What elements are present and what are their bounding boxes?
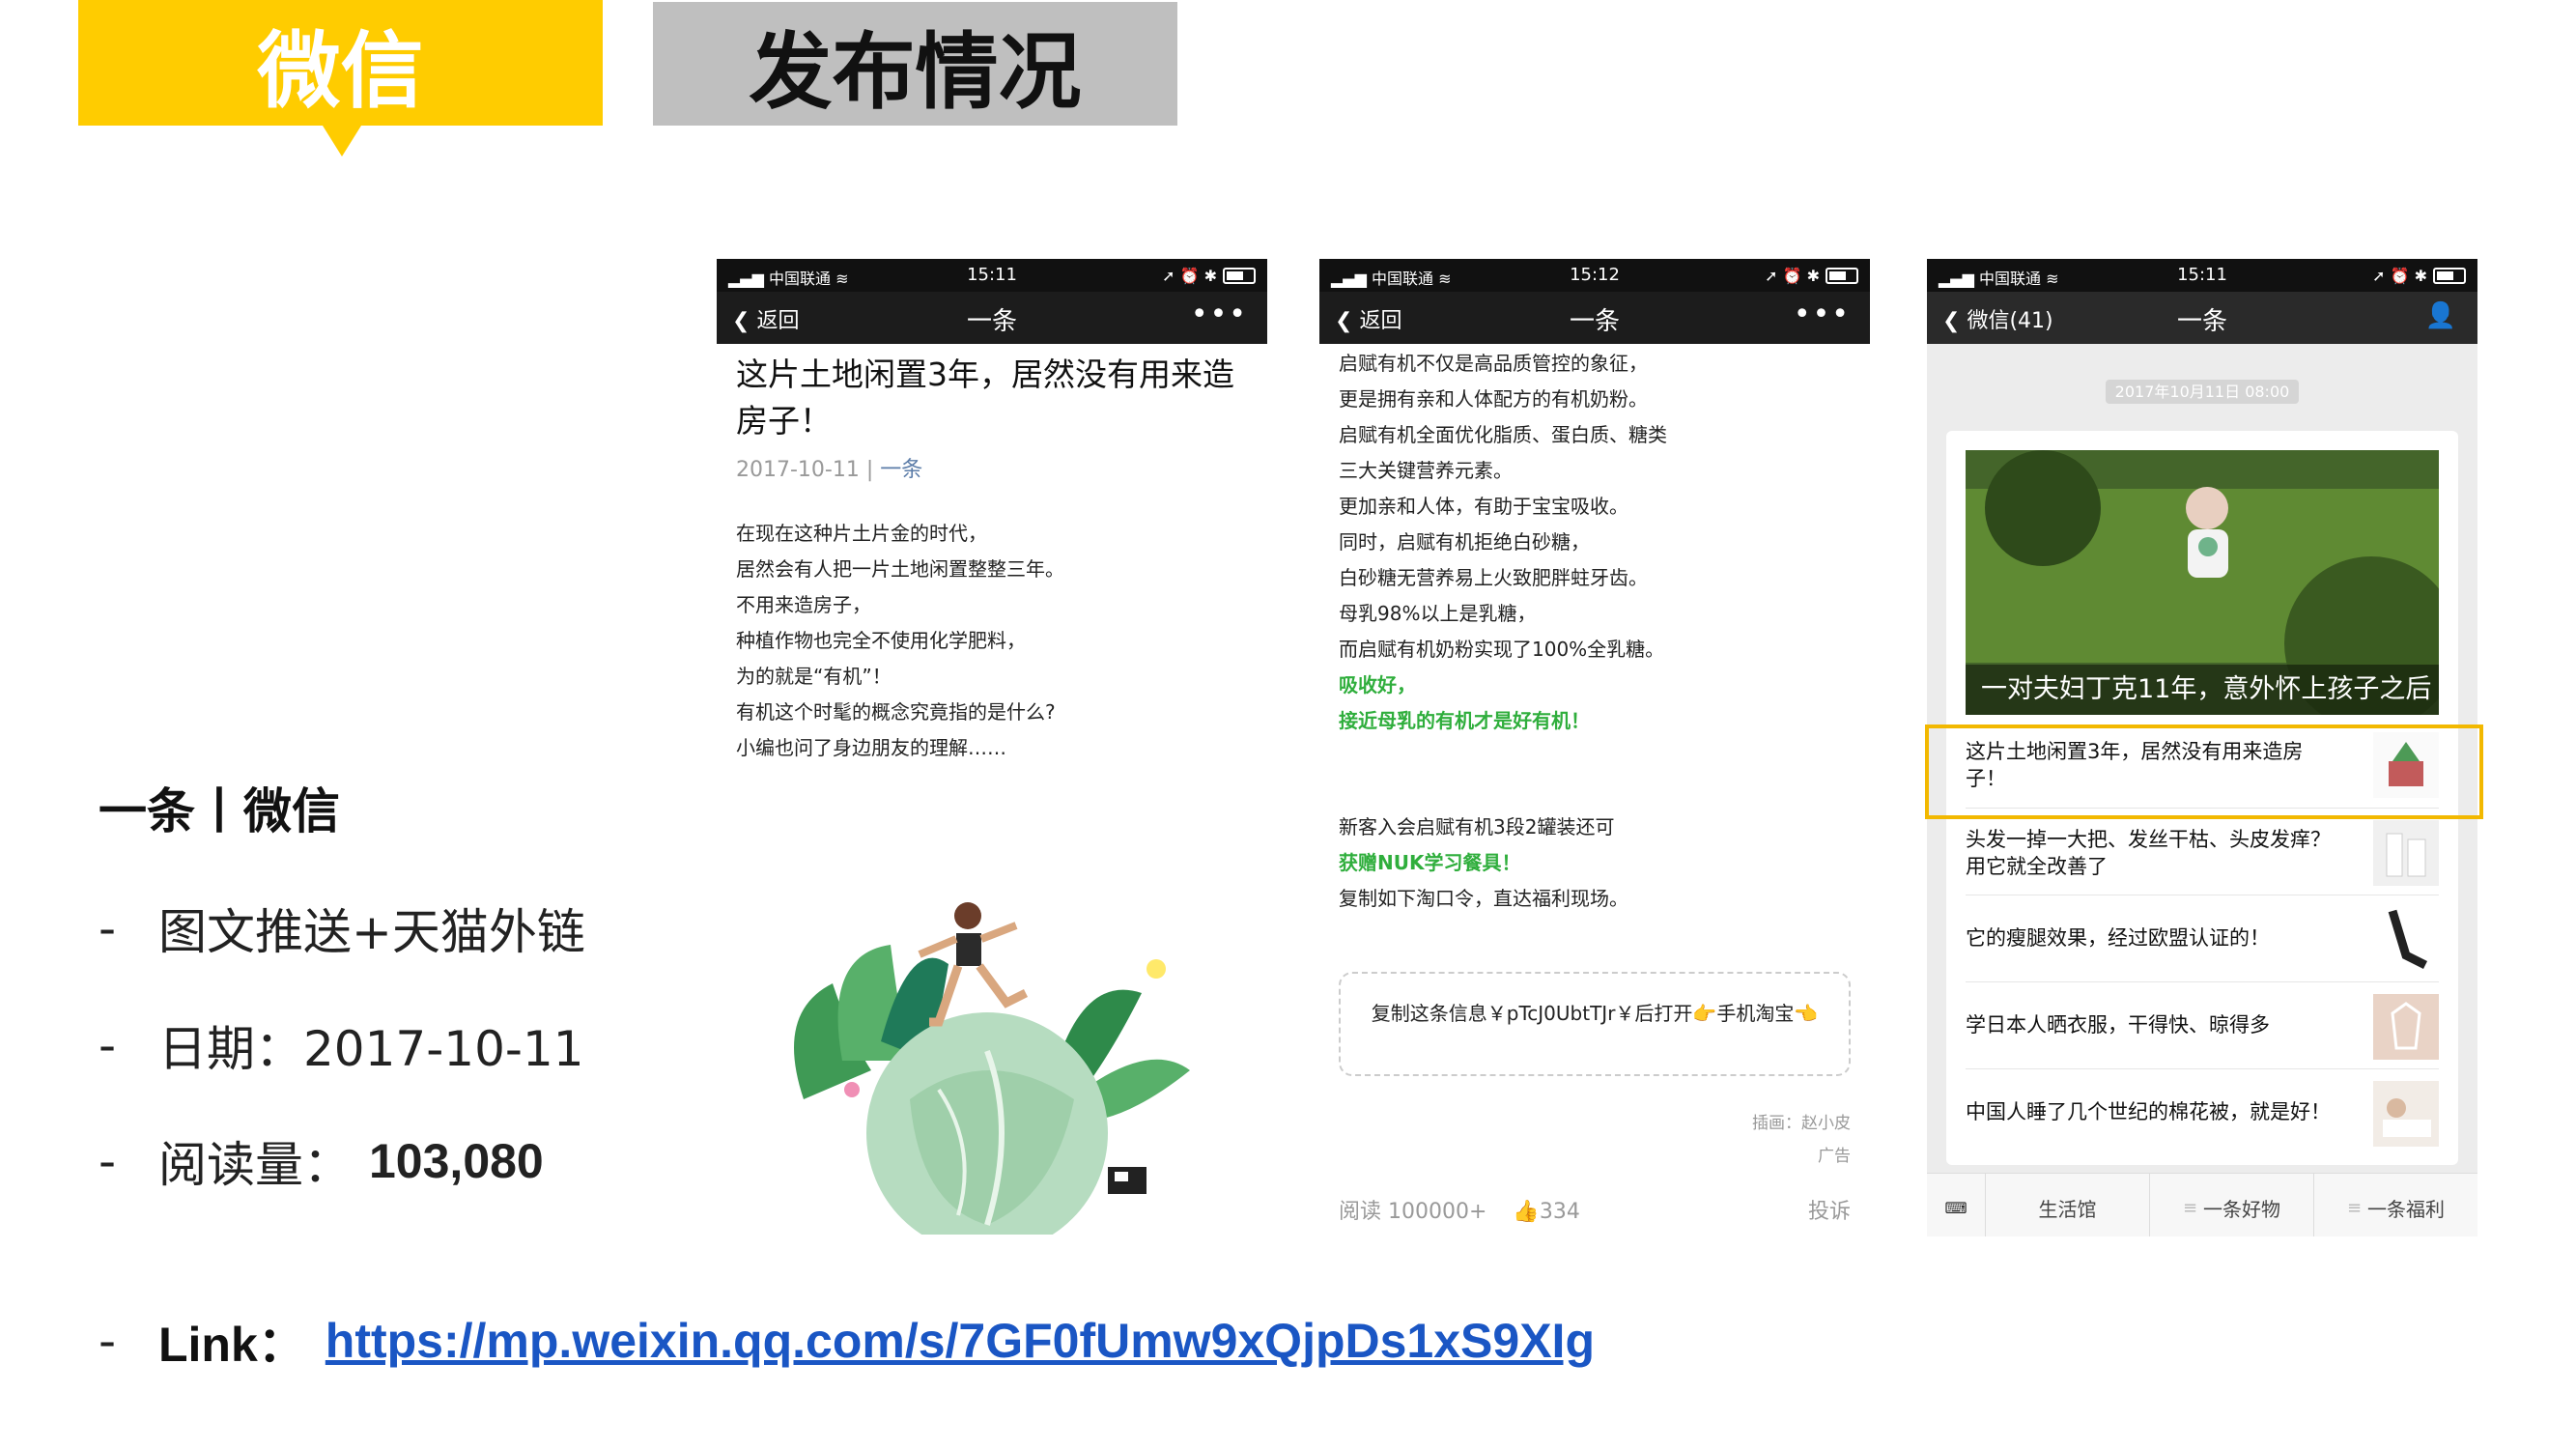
body-line: 在现在这种片土片金的时代， <box>736 522 987 545</box>
phone-article-intro: ▂▄▆ 中国联通 ≋ 15:11 ➚ ⏰ ✱ ❮ 返回 一条 ••• 这片土地闲… <box>717 259 1267 1236</box>
phone-article-body: ▂▄▆ 中国联通 ≋ 15:12 ➚ ⏰ ✱ ❮ 返回 一条 ••• 启赋有机不… <box>1319 259 1870 1236</box>
body-line: 居然会有人把一片土地闲置整整三年。 <box>736 557 1064 581</box>
nav-title: 一条 <box>966 307 1017 336</box>
bullet-dash: - <box>99 1313 117 1369</box>
list-item-title: 中国人睡了几个世纪的棉花被，就是好！ <box>1966 1100 2331 1123</box>
info-item-label: 日期：2017-10-11 <box>158 1021 584 1077</box>
profile-icon[interactable]: 👤 <box>2425 301 2458 330</box>
promo-line: 新客入会启赋有机3段2罐装还可 <box>1339 815 1615 838</box>
clothes-hanger-thumbnail <box>2373 994 2439 1060</box>
nav-bar: ❮ 微信(41) 一条 👤 <box>1927 292 2477 344</box>
menu-icon: ≡ <box>2346 1197 2363 1218</box>
body-line: 三大关键营养元素。 <box>1339 459 1513 482</box>
promo-line: 复制如下淘口令，直达福利现场。 <box>1339 887 1628 910</box>
body-line: 更加亲和人体，有助于宝宝吸收。 <box>1339 495 1628 518</box>
bullet-dash: - <box>99 1017 117 1073</box>
nav-title: 一条 <box>1569 307 1620 336</box>
keyboard-icon[interactable]: ⌨ <box>1927 1174 1986 1236</box>
info-item-reads: - 阅读量： 103,080 <box>99 1126 544 1196</box>
article-source-link[interactable]: 一条 <box>880 458 922 482</box>
battery-icon: ➚ ⏰ ✱ <box>1162 267 1256 285</box>
hero-image[interactable]: 一对夫妇丁克11年，意外怀上孩子之后 <box>1966 450 2439 715</box>
info-title: 一条丨微信 <box>99 783 340 839</box>
list-item[interactable]: 学日本人晒衣服，干得快、晾得多 <box>1966 981 2439 1069</box>
menu-tab-life[interactable]: 生活馆 <box>1986 1174 2150 1236</box>
bullet-dash: - <box>99 900 117 956</box>
tag-wechat: 微信 <box>78 0 603 126</box>
body-line: 种植作物也完全不使用化学肥料， <box>736 629 1026 652</box>
article-footer: 阅读 100000+ 👍334 投诉 <box>1339 1194 1851 1225</box>
nav-bar: ❮ 返回 一条 ••• <box>1319 292 1870 344</box>
hero-caption: 一对夫妇丁克11年，意外怀上孩子之后 <box>1966 665 2439 715</box>
body-line: 白砂糖无营养易上火致肥胖蛀牙齿。 <box>1339 566 1648 589</box>
list-item[interactable]: 中国人睡了几个世纪的棉花被，就是好！ <box>1966 1068 2439 1156</box>
tag-pointer <box>323 126 361 156</box>
body-line: 启赋有机全面优化脂质、蛋白质、糖类 <box>1339 423 1667 446</box>
shampoo-thumbnail <box>2373 820 2439 886</box>
body-line: 更是拥有亲和人体配方的有机奶粉。 <box>1339 387 1648 411</box>
nav-title: 一条 <box>2176 307 2227 336</box>
highlight-box <box>1925 724 2483 819</box>
report-link[interactable]: 投诉 <box>1808 1194 1851 1225</box>
article-body: 启赋有机不仅是高品质管控的象征， 更是拥有亲和人体配方的有机奶粉。 启赋有机全面… <box>1339 346 1860 739</box>
article-body: 在现在这种片土片金的时代， 居然会有人把一片土地闲置整整三年。 不用来造房子， … <box>736 516 1258 766</box>
body-line: 而启赋有机奶粉实现了100%全乳糖。 <box>1339 638 1665 661</box>
battery-icon: ➚ ⏰ ✱ <box>1765 267 1858 285</box>
bullet-dash: - <box>99 1133 117 1189</box>
article-date: 2017-10-11 | 一条 <box>736 458 923 482</box>
highlight-line: 接近母乳的有机才是好有机！ <box>1339 709 1590 732</box>
like-button[interactable]: 👍334 <box>1513 1200 1579 1224</box>
more-icon[interactable]: ••• <box>1794 298 1851 331</box>
article-link[interactable]: https://mp.weixin.qq.com/s/7GF0fUmw9xQjp… <box>326 1313 1595 1369</box>
stockings-thumbnail <box>2373 907 2439 973</box>
quilt-thumbnail <box>2373 1081 2439 1147</box>
body-line: 小编也问了身边朋友的理解…… <box>736 736 1006 759</box>
date-pill: 2017年10月11日 08:00 <box>1927 379 2477 404</box>
nav-bar: ❮ 返回 一条 ••• <box>717 292 1267 344</box>
info-item-content: - 图文推送+天猫外链 <box>99 894 585 963</box>
tag-publish-status: 发布情况 <box>653 2 1177 126</box>
body-line: 启赋有机不仅是高品质管控的象征， <box>1339 352 1648 375</box>
menu-tab-welfare[interactable]: ≡ 一条福利 <box>2314 1174 2477 1236</box>
highlight-line: 吸收好， <box>1339 673 1416 696</box>
illustrator-credit: 插画：赵小皮 <box>1752 1114 1851 1133</box>
info-item-label: 阅读量： <box>158 1137 352 1193</box>
body-line: 为的就是“有机”！ <box>736 665 892 688</box>
promo-block: 新客入会启赋有机3段2罐装还可 获赠NUK学习餐具！ 复制如下淘口令，直达福利现… <box>1339 810 1860 917</box>
runner-cabbage-illustration <box>794 902 1190 1235</box>
promo-highlight: 获赠NUK学习餐具！ <box>1339 851 1521 874</box>
menu-icon: ≡ <box>2182 1197 2198 1218</box>
bottom-menu-bar: ⌨ 生活馆 ≡ 一条好物 ≡ 一条福利 <box>1927 1173 2477 1236</box>
article-title: 这片土地闲置3年，居然没有用来造房子！ <box>736 355 1234 440</box>
list-item-title: 学日本人晒衣服，干得快、晾得多 <box>1966 1013 2270 1037</box>
taobao-code-box[interactable]: 复制这条信息￥pTcJ0UbtTJr￥后打开👉手机淘宝👈 <box>1339 972 1851 1076</box>
list-item-title: 头发一掉一大把、发丝干枯、头皮发痒？用它就全改善了 <box>1966 828 2331 878</box>
link-label: Link： <box>158 1318 306 1372</box>
link-row: - Link： https://mp.weixin.qq.com/s/7GF0f… <box>99 1306 1595 1376</box>
read-count-label: 阅读 100000+ <box>1339 1200 1487 1224</box>
list-item[interactable]: 头发一掉一大把、发丝干枯、头皮发痒？用它就全改善了 <box>1966 808 2439 895</box>
read-count: 103,080 <box>369 1134 544 1188</box>
body-line: 有机这个时髦的概念究竟指的是什么? <box>736 700 1056 724</box>
more-icon[interactable]: ••• <box>1191 298 1248 331</box>
battery-icon: ➚ ⏰ ✱ <box>2372 267 2466 285</box>
body-line: 不用来造房子， <box>736 593 871 616</box>
body-line: 母乳98%以上是乳糖， <box>1339 602 1537 625</box>
list-item-title: 它的瘦腿效果，经过欧盟认证的！ <box>1966 926 2270 950</box>
info-item-date: - 日期：2017-10-11 <box>99 1010 584 1080</box>
menu-tab-goods[interactable]: ≡ 一条好物 <box>2150 1174 2314 1236</box>
thumbs-up-icon: 👍 <box>1513 1200 1540 1224</box>
list-item[interactable]: 它的瘦腿效果，经过欧盟认证的！ <box>1966 895 2439 982</box>
ad-label: 广告 <box>1818 1147 1851 1166</box>
body-line: 同时，启赋有机拒绝白砂糖， <box>1339 530 1590 554</box>
status-bar: ▂▄▆ 中国联通 ≋ 15:12 ➚ ⏰ ✱ <box>1319 259 1870 292</box>
status-bar: ▂▄▆ 中国联通 ≋ 15:11 ➚ ⏰ ✱ <box>1927 259 2477 292</box>
status-bar: ▂▄▆ 中国联通 ≋ 15:11 ➚ ⏰ ✱ <box>717 259 1267 292</box>
info-item-label: 图文推送+天猫外链 <box>158 904 585 960</box>
